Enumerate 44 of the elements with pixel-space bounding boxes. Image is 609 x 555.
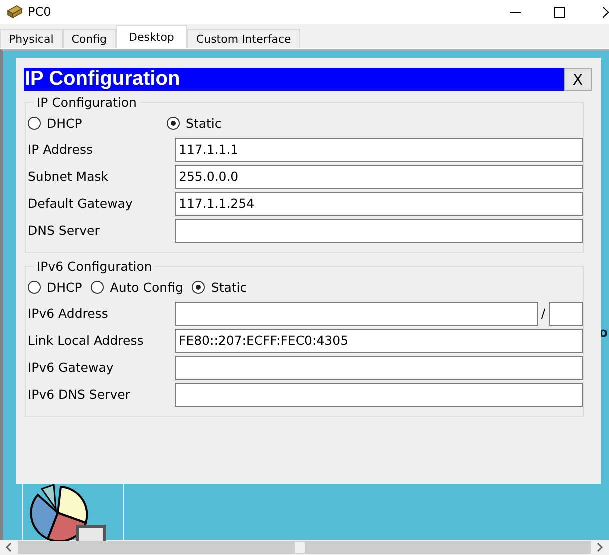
- group-legend: IP Configuration: [34, 95, 140, 110]
- field-label: IP Address: [28, 142, 94, 157]
- horizontal-scrollbar[interactable]: [0, 540, 609, 555]
- app-icon: [7, 5, 23, 19]
- field-label: IPv6 DNS Server: [28, 387, 132, 402]
- input-field[interactable]: 255.0.0.0: [175, 164, 583, 188]
- input-field[interactable]: 117.1.1.1: [175, 138, 583, 162]
- radio-button[interactable]: [28, 116, 41, 130]
- field-label: Subnet Mask: [28, 169, 110, 184]
- radio-button[interactable]: [192, 280, 206, 294]
- tab[interactable]: Custom Interface: [187, 29, 300, 48]
- radio-button[interactable]: [91, 280, 104, 294]
- field-label: IPv6 Address: [28, 306, 110, 321]
- input-field[interactable]: [175, 302, 538, 326]
- group-legend: IPv6 Configuration: [34, 259, 156, 274]
- dialog-title: IP Configuration: [24, 68, 180, 91]
- radio-option[interactable]: Static: [167, 116, 222, 130]
- input-field[interactable]: [175, 382, 583, 406]
- radio-option[interactable]: DHCP: [28, 116, 158, 130]
- field-label: DNS Server: [28, 223, 101, 238]
- input-field[interactable]: [175, 356, 583, 380]
- scroll-thumb[interactable]: [18, 541, 591, 554]
- input-field[interactable]: [175, 218, 583, 242]
- tab[interactable]: Desktop: [116, 25, 188, 48]
- input-field[interactable]: FE80::207:ECFF:FEC0:4305: [175, 328, 583, 352]
- scroll-left-icon[interactable]: [6, 543, 12, 552]
- radio-button[interactable]: [167, 116, 180, 130]
- field-label: Link Local Address: [28, 333, 145, 348]
- close-button[interactable]: X: [564, 68, 592, 91]
- window-title: PC0: [28, 5, 52, 19]
- close-icon[interactable]: [603, 6, 609, 18]
- field-label: Default Gateway: [28, 196, 134, 211]
- radio-option[interactable]: Auto Config: [91, 280, 184, 294]
- scroll-right-icon[interactable]: [597, 543, 603, 552]
- radio-button[interactable]: [28, 280, 41, 294]
- radio-option[interactable]: Static: [192, 280, 248, 294]
- tab[interactable]: Physical: [0, 29, 63, 48]
- radio-option[interactable]: DHCP: [28, 280, 82, 294]
- field-label: IPv6 Gateway: [28, 360, 115, 375]
- maximize-icon[interactable]: [554, 6, 565, 18]
- separator-label: /: [540, 306, 547, 321]
- prefix-field[interactable]: [549, 302, 583, 326]
- input-field[interactable]: 117.1.1.254: [175, 192, 583, 216]
- tab[interactable]: Config: [62, 29, 116, 48]
